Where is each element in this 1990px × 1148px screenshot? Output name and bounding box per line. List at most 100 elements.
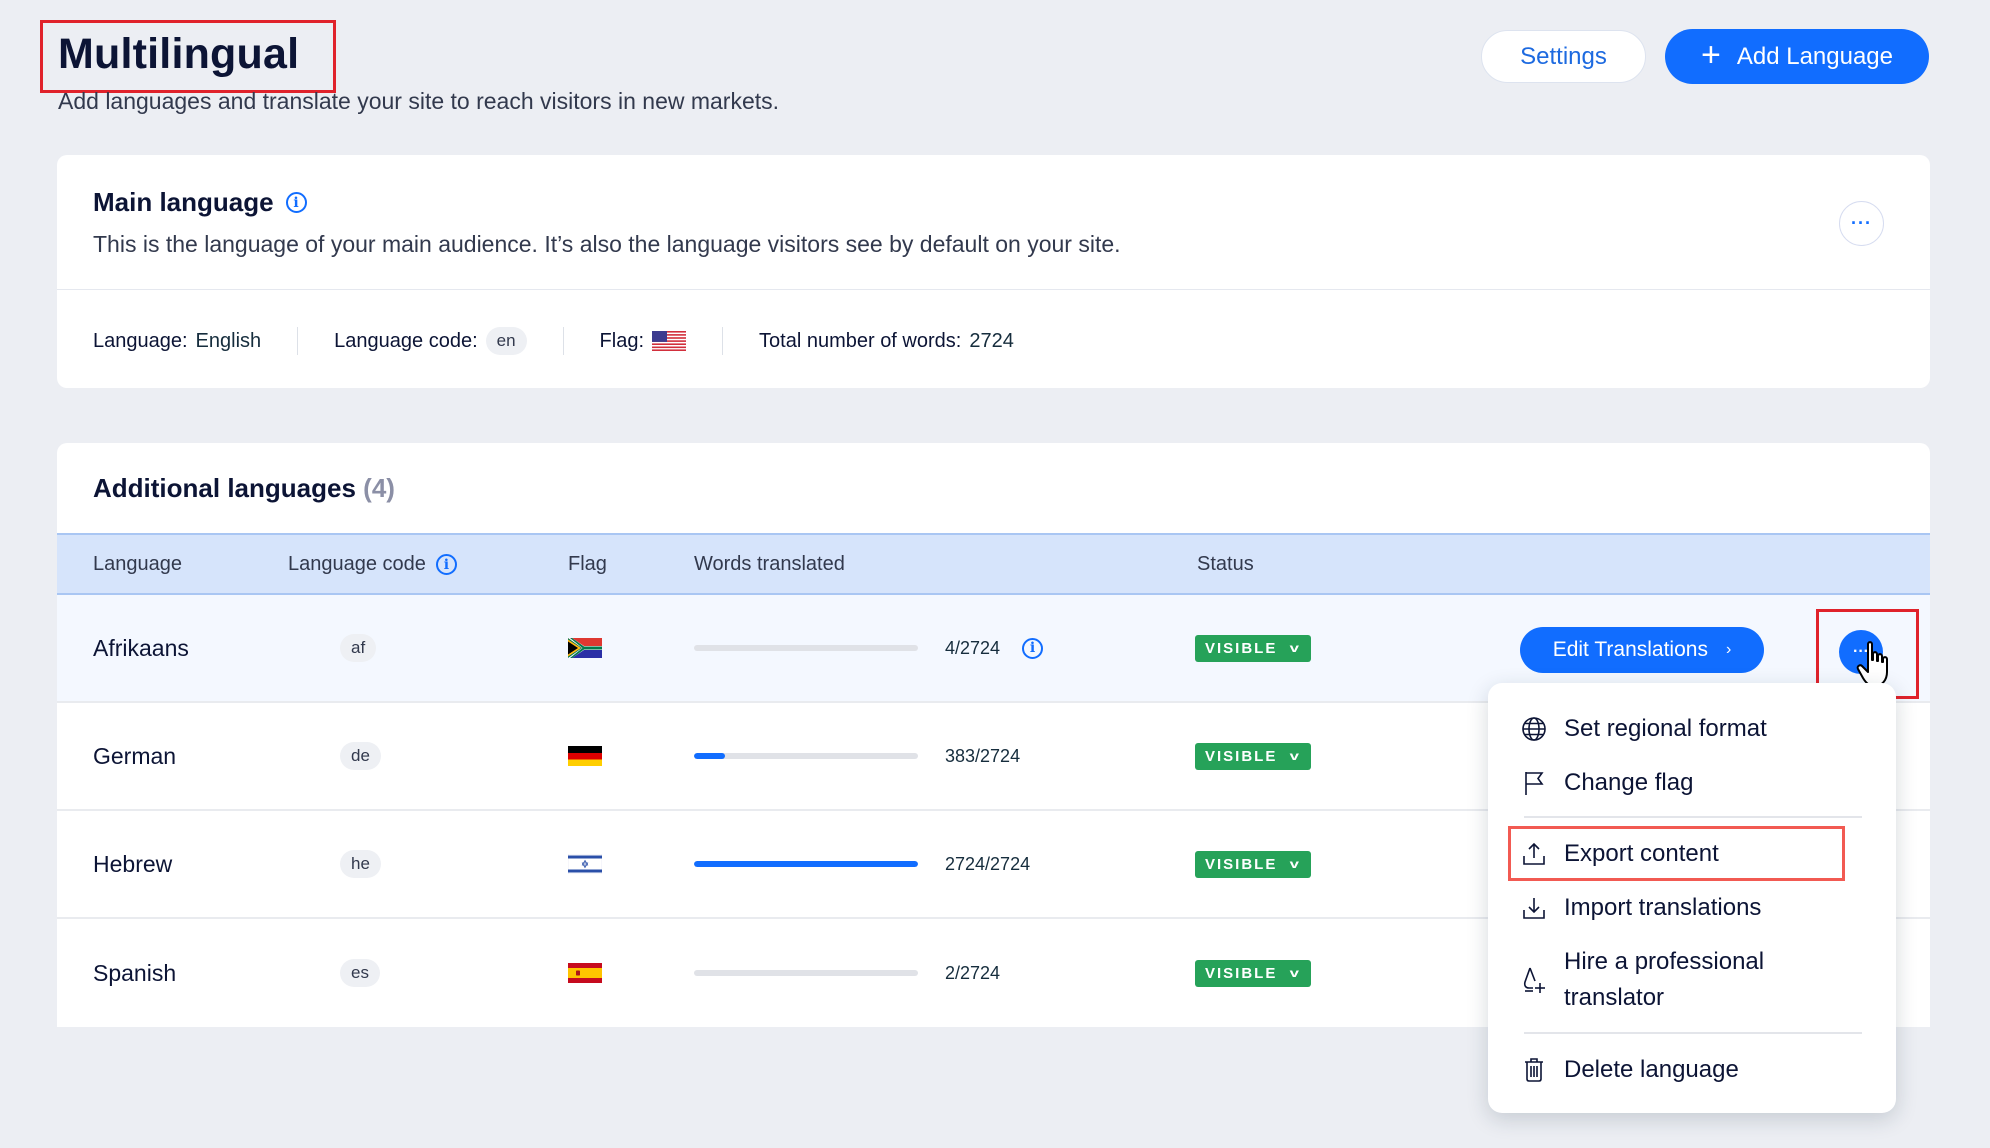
status-dropdown[interactable]: VISIBLE v	[1195, 850, 1312, 878]
language-code-pill: es	[340, 959, 380, 987]
info-icon[interactable]: i	[1022, 637, 1044, 659]
more-horizontal-icon: ···	[1851, 213, 1872, 233]
column-label: Language code	[288, 553, 426, 575]
edit-translations-label: Edit Translations	[1552, 638, 1708, 661]
add-language-label: Add Language	[1736, 42, 1893, 70]
column-label: Status	[1197, 553, 1254, 575]
chevron-down-icon: v	[1290, 857, 1300, 871]
export-content-highlight-box	[1508, 826, 1845, 881]
status-label: VISIBLE	[1205, 747, 1278, 765]
menu-item-import-translations[interactable]: Import translations	[1520, 890, 1761, 926]
column-header-status: Status	[1197, 553, 1254, 576]
main-language-heading: Main language i	[93, 187, 307, 218]
total-words-label: Total number of words:	[759, 329, 962, 352]
settings-button-label: Settings	[1520, 42, 1607, 70]
separator	[562, 327, 564, 355]
status-label: VISIBLE	[1205, 639, 1278, 657]
info-icon[interactable]: i	[285, 192, 307, 213]
language-name: Spanish	[93, 959, 177, 986]
column-header-language-code: Language code i	[288, 553, 457, 576]
status-label: VISIBLE	[1205, 964, 1278, 982]
translation-progress	[694, 645, 918, 651]
main-language-description: This is the language of your main audien…	[93, 231, 1121, 257]
info-icon[interactable]: i	[435, 554, 457, 575]
words-translated: 4/2724	[945, 637, 1001, 658]
za-flag-icon	[568, 638, 602, 658]
menu-item-set-regional-format[interactable]: Set regional format	[1520, 711, 1767, 747]
column-header-flag: Flag	[568, 553, 607, 576]
chevron-right-icon: ›	[1725, 641, 1732, 658]
page-subtitle: Add languages and translate your site to…	[58, 88, 780, 114]
column-label: Words translated	[694, 553, 845, 575]
add-translator-icon	[1520, 944, 1548, 1016]
edit-translations-button[interactable]: Edit Translations ›	[1520, 627, 1764, 673]
language-name: German	[93, 742, 177, 769]
translation-progress	[694, 753, 918, 759]
language-code-label: Language code:	[334, 329, 478, 352]
chevron-down-icon: v	[1290, 966, 1300, 980]
main-language-more-button[interactable]: ···	[1839, 201, 1884, 246]
main-language-code: Language code: en	[334, 327, 527, 355]
column-label: Language	[93, 553, 182, 575]
settings-button[interactable]: Settings	[1481, 30, 1646, 83]
trash-icon	[1520, 1052, 1548, 1088]
status-dropdown[interactable]: VISIBLE v	[1195, 634, 1312, 662]
menu-item-label: Hire a professional translator	[1564, 944, 1764, 1016]
menu-item-change-flag[interactable]: Change flag	[1520, 765, 1693, 801]
download-icon	[1520, 890, 1548, 926]
words-translated: 383/2724	[945, 745, 1021, 766]
translation-progress	[694, 861, 918, 867]
menu-item-label: Delete language	[1564, 1056, 1739, 1083]
language-code-pill: de	[340, 742, 381, 770]
row-actions-menu: Set regional format Change flag Export c…	[1488, 683, 1896, 1113]
language-code-pill: af	[340, 634, 377, 662]
menu-item-hire-translator[interactable]: Hire a professional translator	[1520, 944, 1764, 1016]
status-label: VISIBLE	[1205, 855, 1278, 873]
de-flag-icon	[568, 746, 602, 766]
additional-languages-heading: Additional languages (4)	[93, 473, 395, 504]
table-header: Language Language code i Flag Words tran…	[57, 533, 1930, 595]
add-language-button[interactable]: + Add Language	[1665, 29, 1929, 84]
status-dropdown[interactable]: VISIBLE v	[1195, 742, 1312, 770]
separator	[722, 327, 724, 355]
es-flag-icon	[568, 963, 602, 983]
menu-divider	[1524, 1032, 1862, 1034]
main-language-card: Main language i This is the language of …	[57, 155, 1930, 388]
language-name: Hebrew	[93, 850, 173, 877]
us-flag-icon	[652, 331, 687, 351]
column-header-words-translated: Words translated	[694, 553, 845, 576]
column-header-language: Language	[93, 553, 182, 576]
divider	[57, 289, 1930, 290]
status-dropdown[interactable]: VISIBLE v	[1195, 959, 1312, 987]
main-language-flag: Flag:	[599, 329, 687, 353]
flag-icon	[1520, 765, 1548, 801]
language-value: English	[195, 329, 262, 352]
translation-progress	[694, 970, 918, 976]
menu-item-label-line: translator	[1564, 984, 1665, 1011]
language-name: Afrikaans	[93, 634, 189, 661]
menu-item-label: Change flag	[1564, 769, 1694, 796]
language-label: Language:	[93, 329, 188, 352]
globe-icon	[1520, 711, 1548, 747]
menu-divider	[1524, 816, 1862, 818]
main-language-title: Main language	[93, 187, 274, 217]
menu-item-label: Set regional format	[1564, 715, 1767, 742]
additional-languages-count: (4)	[363, 473, 395, 503]
words-translated: 2724/2724	[945, 853, 1031, 874]
main-language-details: Language: English Language code: en Flag…	[93, 327, 1014, 355]
progress-fill	[694, 753, 726, 759]
chevron-down-icon: v	[1290, 641, 1300, 655]
menu-item-delete-language[interactable]: Delete language	[1520, 1052, 1739, 1088]
additional-languages-title: Additional languages	[93, 473, 356, 503]
words-translated: 2/2724	[945, 962, 1001, 983]
flag-label: Flag:	[599, 329, 645, 352]
main-language-language: Language: English	[93, 330, 261, 353]
language-code-pill: he	[340, 850, 381, 878]
menu-item-label-line: Hire a professional	[1564, 948, 1765, 975]
column-label: Flag	[568, 553, 607, 575]
il-flag-icon	[568, 854, 602, 874]
page-title: Multilingual	[58, 30, 300, 78]
plus-icon: +	[1700, 36, 1721, 74]
menu-item-label: Import translations	[1564, 894, 1762, 921]
language-code-pill: en	[485, 327, 527, 355]
